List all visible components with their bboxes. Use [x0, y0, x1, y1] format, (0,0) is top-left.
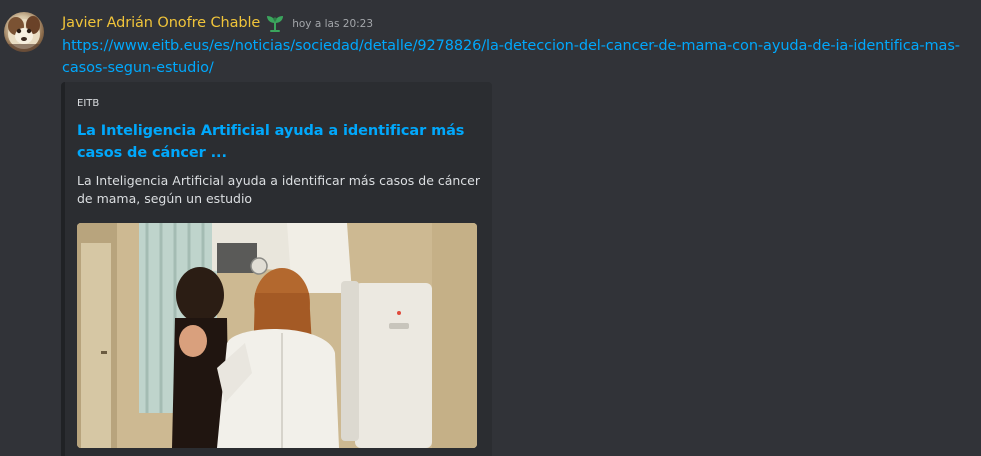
link-embed: EITB La Inteligencia Artificial ayuda a … [61, 82, 492, 456]
avatar[interactable] [4, 12, 44, 52]
embed-title[interactable]: La Inteligencia Artificial ayuda a ident… [77, 120, 477, 164]
username[interactable]: Javier Adrián Onofre Chable [62, 15, 260, 31]
message-link[interactable]: https://www.eitb.eus/es/noticias/socieda… [62, 35, 962, 79]
timestamp: hoy a las 20:23 [292, 18, 374, 30]
sprout-icon[interactable] [264, 13, 286, 33]
mammography-photo [77, 223, 477, 448]
embed-image[interactable] [77, 223, 477, 448]
chat-message: Javier Adrián Onofre Chable hoy a las 20… [0, 0, 981, 456]
embed-provider: EITB [77, 98, 100, 109]
embed-description: La Inteligencia Artificial ayuda a ident… [77, 173, 481, 206]
message-header: Javier Adrián Onofre Chable hoy a las 20… [62, 13, 373, 33]
avatar-image [4, 16, 44, 52]
